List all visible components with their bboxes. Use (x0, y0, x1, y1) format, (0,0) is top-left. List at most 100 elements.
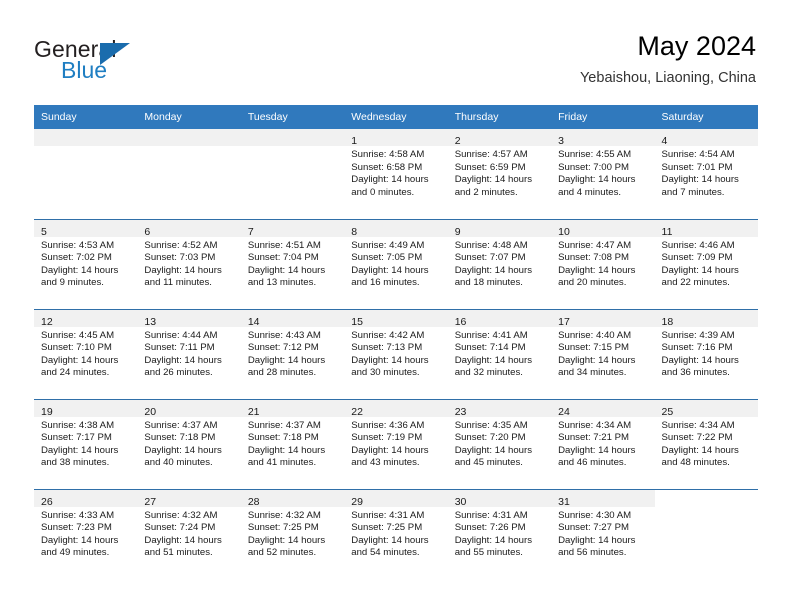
calendar-day-cell[interactable]: 4 Sunrise: 4:54 AM Sunset: 7:01 PM Daylight… (654, 129, 758, 219)
day-number-strip: 15 (344, 309, 448, 328)
calendar-day-cell[interactable]: 10 Sunrise: 4:47 AM Sunset: 7:08 PM Dayligh… (551, 218, 655, 309)
sunrise-text: Sunrise: 4:57 AM (454, 149, 528, 160)
day-detail-body: Sunrise: 4:30 AM Sunset: 7:27 PM Daylight:… (551, 507, 654, 560)
sunrise-text: Sunrise: 4:45 AM (41, 329, 115, 341)
daylight-text-line1: Daylight: 14 hours (41, 534, 119, 546)
daylight-text-line2: and 32 minutes. (454, 367, 523, 379)
calendar-day-cell[interactable]: 14 Sunrise: 4:43 AM Sunset: 7:12 PM Dayligh… (240, 308, 345, 399)
sunset-text: Sunset: 7:01 PM (661, 161, 733, 173)
calendar-day-cell[interactable]: 23 Sunrise: 4:35 AM Sunset: 7:20 PM Dayligh… (447, 398, 552, 489)
day-number: 1 (351, 135, 358, 147)
sunset-text: Sunset: 7:25 PM (351, 522, 423, 534)
day-detail-body: Sunrise: 4:40 AM Sunset: 7:15 PM Daylight:… (551, 327, 654, 380)
day-detail-body: Sunrise: 4:34 AM Sunset: 7:21 PM Daylight:… (551, 417, 654, 470)
calendar-day-cell[interactable]: 30 Sunrise: 4:31 AM Sunset: 7:26 PM Dayligh… (447, 488, 552, 579)
daylight-text-line2: and 52 minutes. (247, 547, 317, 559)
day-number-strip: 19 (34, 399, 138, 418)
calendar-day-cell[interactable]: 25 Sunrise: 4:34 AM Sunset: 7:22 PM Dayligh… (654, 398, 758, 489)
calendar-body: 1 Sunrise: 4:58 AM Sunset: 6:58 PM Daylight… (34, 129, 758, 579)
calendar-day-cell[interactable]: 9 Sunrise: 4:48 AM Sunset: 7:07 PM Daylight… (447, 218, 552, 309)
day-number: 17 (558, 315, 570, 328)
weekday-header-thursday: Thursday (447, 105, 552, 129)
day-detail-body: Sunrise: 4:38 AM Sunset: 7:17 PM Daylight:… (34, 417, 137, 470)
day-number-strip: 6 (137, 219, 241, 238)
sunset-text: Sunset: 6:59 PM (454, 161, 526, 173)
sunset-text: Sunset: 7:07 PM (454, 252, 526, 264)
calendar-day-cell[interactable]: 27 Sunrise: 4:32 AM Sunset: 7:24 PM Dayligh… (137, 488, 241, 579)
daylight-text-line1: Daylight: 14 hours (661, 264, 739, 276)
daylight-text-line2: and 41 minutes. (247, 457, 317, 469)
daylight-text-line1: Daylight: 14 hours (41, 264, 119, 276)
sunrise-text: Sunrise: 4:43 AM (247, 329, 321, 341)
calendar-day-cell[interactable]: 1 Sunrise: 4:58 AM Sunset: 6:58 PM Daylight… (344, 129, 448, 219)
sunrise-text: Sunrise: 4:53 AM (41, 239, 115, 251)
daylight-text-line2: and 7 minutes. (661, 186, 725, 198)
daylight-text-line1: Daylight: 14 hours (351, 354, 429, 366)
calendar-day-cell[interactable]: 11 Sunrise: 4:46 AM Sunset: 7:09 PM Dayligh… (654, 218, 758, 309)
calendar-day-cell[interactable]: 7 Sunrise: 4:51 AM Sunset: 7:04 PM Daylight… (240, 218, 345, 309)
day-number: 18 (661, 315, 674, 328)
calendar-day-cell[interactable]: 15 Sunrise: 4:42 AM Sunset: 7:13 PM Dayligh… (344, 308, 448, 399)
sunset-text: Sunset: 7:24 PM (144, 522, 216, 534)
calendar-day-cell[interactable]: 29 Sunrise: 4:31 AM Sunset: 7:25 PM Dayligh… (344, 488, 448, 579)
day-detail-body: Sunrise: 4:31 AM Sunset: 7:25 PM Daylight:… (344, 507, 447, 560)
day-detail-body: Sunrise: 4:43 AM Sunset: 7:12 PM Daylight:… (241, 327, 344, 380)
sunset-text: Sunset: 7:00 PM (558, 161, 630, 173)
daylight-text-line2: and 9 minutes. (41, 277, 104, 289)
calendar-day-cell[interactable]: 13 Sunrise: 4:44 AM Sunset: 7:11 PM Dayligh… (137, 308, 241, 399)
calendar-day-cell[interactable]: 2 Sunrise: 4:57 AM Sunset: 6:59 PM Daylight… (447, 129, 552, 219)
daylight-text-line2: and 38 minutes. (41, 457, 110, 469)
daylight-text-line1: Daylight: 14 hours (558, 174, 636, 186)
day-number-strip: 9 (447, 219, 552, 238)
day-number-strip: 14 (240, 309, 345, 328)
day-number: 21 (247, 405, 260, 418)
daylight-text-line2: and 4 minutes. (558, 186, 622, 198)
calendar-cell-inner: 20 Sunrise: 4:37 AM Sunset: 7:18 PM Dayligh… (137, 399, 241, 489)
calendar-cell-inner: 19 Sunrise: 4:38 AM Sunset: 7:17 PM Dayligh… (34, 399, 138, 489)
calendar-day-cell[interactable]: 31 Sunrise: 4:30 AM Sunset: 7:27 PM Dayligh… (551, 488, 655, 579)
daylight-text-line1: Daylight: 14 hours (351, 264, 429, 276)
calendar-cell-inner: 10 Sunrise: 4:47 AM Sunset: 7:08 PM Dayligh… (551, 219, 655, 309)
day-detail-body: Sunrise: 4:37 AM Sunset: 7:18 PM Daylight:… (241, 417, 344, 470)
calendar-cell-inner: 24 Sunrise: 4:34 AM Sunset: 7:21 PM Dayligh… (551, 399, 655, 489)
day-number: 2 (454, 135, 461, 147)
daylight-text-line2: and 51 minutes. (144, 547, 213, 559)
calendar-day-cell[interactable]: 21 Sunrise: 4:37 AM Sunset: 7:18 PM Dayligh… (240, 398, 345, 489)
calendar-day-cell[interactable]: 24 Sunrise: 4:34 AM Sunset: 7:21 PM Dayligh… (551, 398, 655, 489)
day-number: 5 (41, 225, 47, 238)
calendar-day-cell[interactable]: 12 Sunrise: 4:45 AM Sunset: 7:10 PM Dayligh… (34, 308, 138, 399)
calendar-day-cell[interactable]: 8 Sunrise: 4:49 AM Sunset: 7:05 PM Daylight… (344, 218, 448, 309)
day-number-strip: 18 (654, 309, 758, 328)
daylight-text-line2: and 54 minutes. (351, 547, 420, 559)
sunrise-text: Sunrise: 4:44 AM (144, 329, 218, 341)
day-number-strip: 31 (551, 489, 655, 508)
calendar-day-cell[interactable]: 19 Sunrise: 4:38 AM Sunset: 7:17 PM Dayligh… (34, 398, 138, 489)
daylight-text-line1: Daylight: 14 hours (661, 444, 739, 456)
sunrise-sunset-calendar: Sunday Monday Tuesday Wednesday Thursday… (34, 105, 758, 579)
day-number-strip: 5 (34, 219, 138, 238)
calendar-day-cell[interactable]: 20 Sunrise: 4:37 AM Sunset: 7:18 PM Dayligh… (137, 398, 241, 489)
calendar-day-cell[interactable]: 18 Sunrise: 4:39 AM Sunset: 7:16 PM Dayligh… (654, 308, 758, 399)
sunset-text: Sunset: 7:16 PM (661, 342, 733, 354)
calendar-cell-inner (137, 129, 241, 219)
daylight-text-line2: and 20 minutes. (558, 277, 627, 289)
calendar-day-cell[interactable]: 3 Sunrise: 4:55 AM Sunset: 7:00 PM Daylight… (551, 129, 655, 219)
general-blue-logo[interactable]: General Blue (34, 36, 204, 88)
calendar-day-cell[interactable]: 26 Sunrise: 4:33 AM Sunset: 7:23 PM Dayligh… (34, 488, 138, 579)
day-number: 29 (351, 495, 363, 508)
page-header: General Blue May 2024 Yebaishou, Liaonin… (0, 0, 792, 104)
sunset-text: Sunset: 7:27 PM (558, 522, 630, 534)
day-number-strip: 25 (654, 399, 758, 418)
calendar-day-cell[interactable]: 17 Sunrise: 4:40 AM Sunset: 7:15 PM Dayligh… (551, 308, 655, 399)
day-number: 20 (144, 405, 157, 418)
daylight-text-line2: and 48 minutes. (661, 457, 730, 469)
calendar-day-cell[interactable]: 28 Sunrise: 4:32 AM Sunset: 7:25 PM Dayligh… (240, 488, 345, 579)
calendar-day-cell[interactable]: 5 Sunrise: 4:53 AM Sunset: 7:02 PM Daylight… (34, 218, 138, 309)
calendar-header-row: Sunday Monday Tuesday Wednesday Thursday… (34, 105, 758, 129)
sunrise-text: Sunrise: 4:37 AM (247, 419, 321, 431)
calendar-day-cell[interactable]: 16 Sunrise: 4:41 AM Sunset: 7:14 PM Dayligh… (447, 308, 552, 399)
calendar-day-cell[interactable]: 22 Sunrise: 4:36 AM Sunset: 7:19 PM Dayligh… (344, 398, 448, 489)
calendar-day-cell[interactable]: 6 Sunrise: 4:52 AM Sunset: 7:03 PM Daylight… (137, 218, 241, 309)
daylight-text-line1: Daylight: 14 hours (558, 354, 636, 366)
sunset-text: Sunset: 7:18 PM (247, 432, 319, 444)
